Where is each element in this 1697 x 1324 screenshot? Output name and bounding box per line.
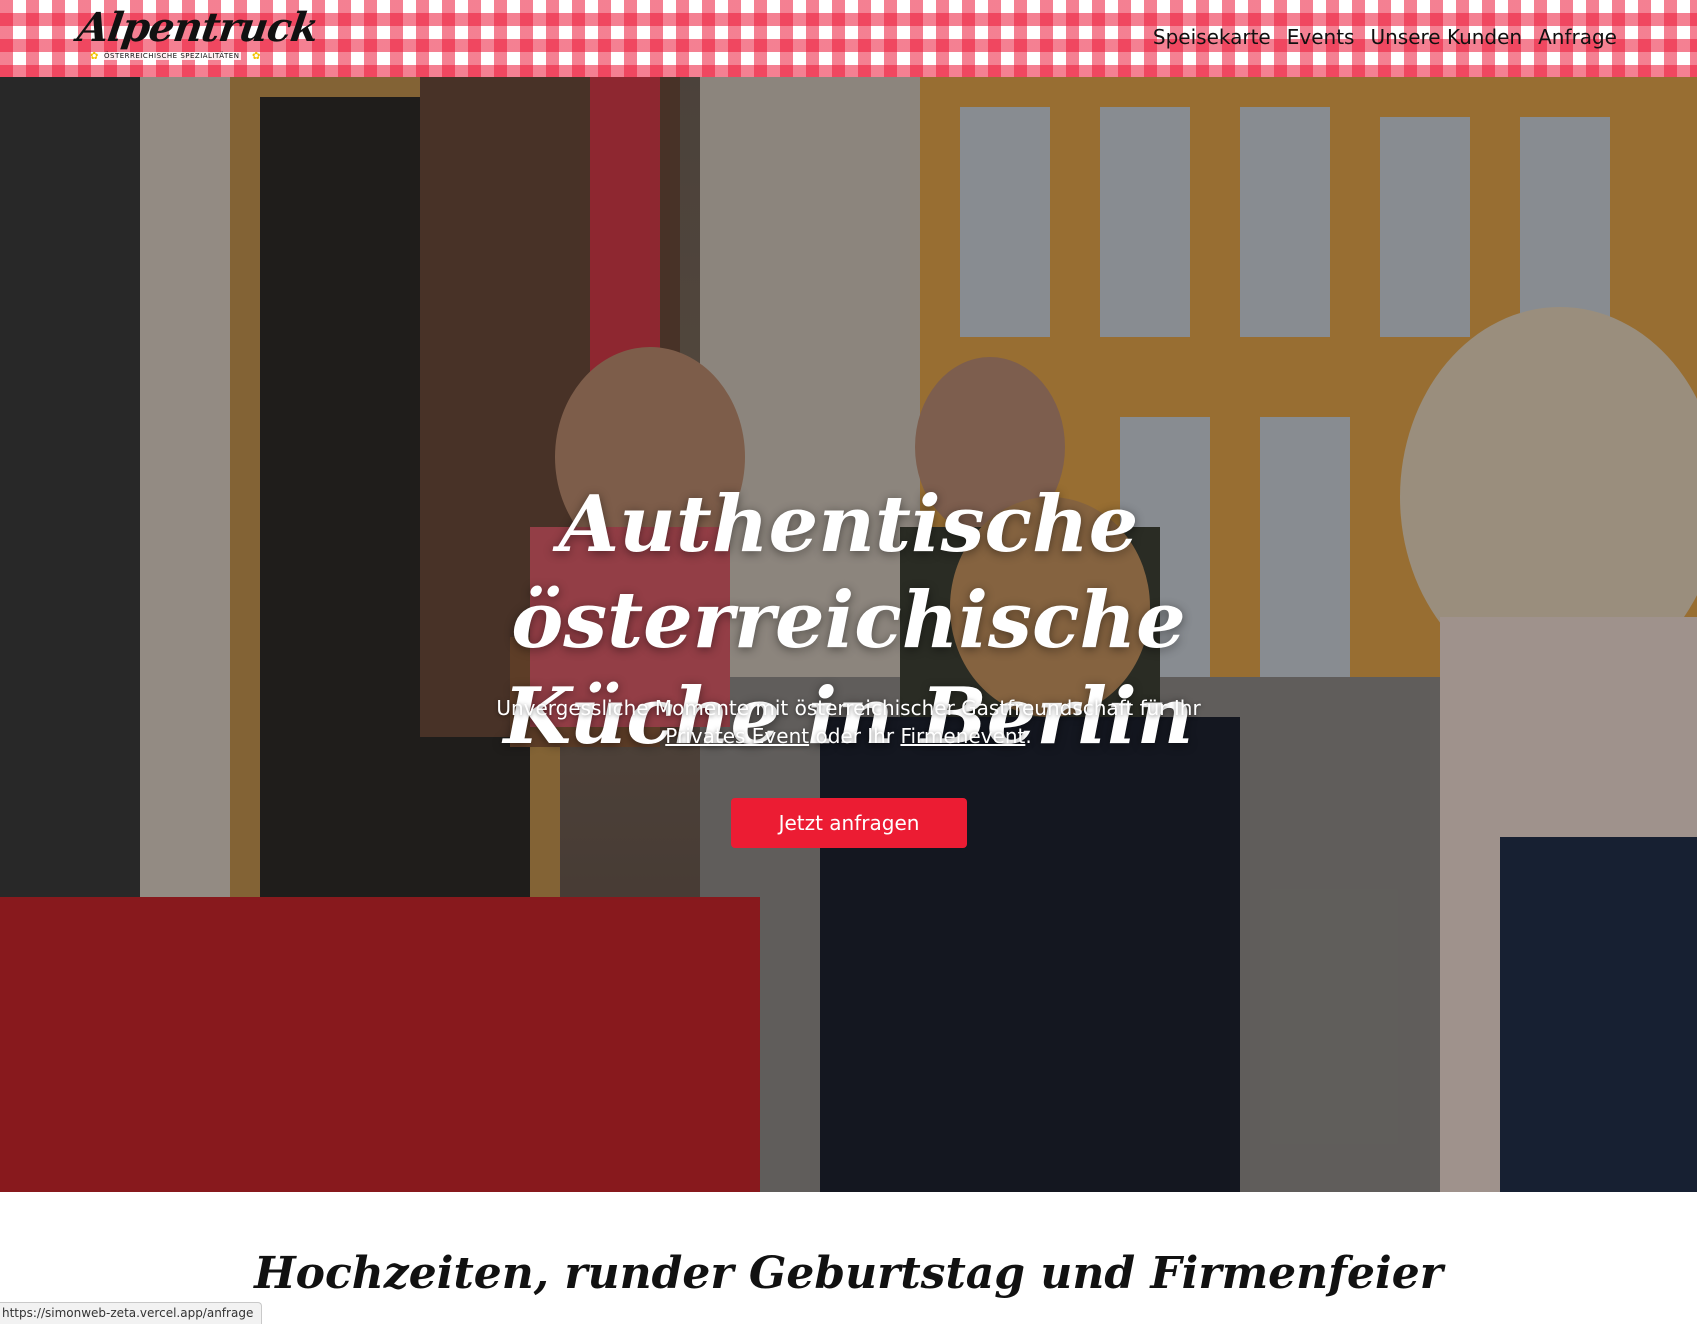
nav-link-unsere-kunden[interactable]: Unsere Kunden bbox=[1370, 22, 1522, 52]
main-nav: Speisekarte Events Unsere Kunden Anfrage bbox=[1153, 22, 1617, 52]
link-preview-status-bar: https://simonweb-zeta.vercel.app/anfrage bbox=[0, 1302, 263, 1324]
private-event-link[interactable]: Privates Event bbox=[665, 724, 809, 748]
nav-link-speisekarte[interactable]: Speisekarte bbox=[1153, 22, 1271, 52]
hero-subtitle-text: Unvergessliche Momente mit österreichisc… bbox=[496, 696, 1201, 720]
nav-link-anfrage[interactable]: Anfrage bbox=[1538, 22, 1617, 52]
logo-subtitle: ÖSTERREICHISCHE SPEZIALITÄTEN bbox=[102, 52, 242, 60]
section-heading: Hochzeiten, runder Geburtstag und Firmen… bbox=[254, 1248, 1443, 1299]
site-logo[interactable]: Alpentruck ✿ ÖSTERREICHISCHE SPEZIALITÄT… bbox=[72, 4, 321, 68]
edelweiss-icon: ✿ bbox=[252, 51, 261, 62]
hero-subtitle-end: . bbox=[1025, 724, 1032, 748]
nav-link-events[interactable]: Events bbox=[1287, 22, 1355, 52]
hero-subtitle: Unvergessliche Momente mit österreichisc… bbox=[0, 694, 1697, 750]
site-header: Alpentruck ✿ ÖSTERREICHISCHE SPEZIALITÄT… bbox=[0, 0, 1697, 77]
logo-wordmark: Alpentruck bbox=[74, 4, 321, 51]
hero-section: Authentische österreichische Küche in Be… bbox=[0, 77, 1697, 1192]
company-event-link[interactable]: Firmenevent bbox=[900, 724, 1025, 748]
hero-subtitle-mid: oder Ihr bbox=[815, 724, 895, 748]
request-now-button[interactable]: Jetzt anfragen bbox=[731, 798, 967, 848]
edelweiss-icon: ✿ bbox=[90, 51, 99, 62]
